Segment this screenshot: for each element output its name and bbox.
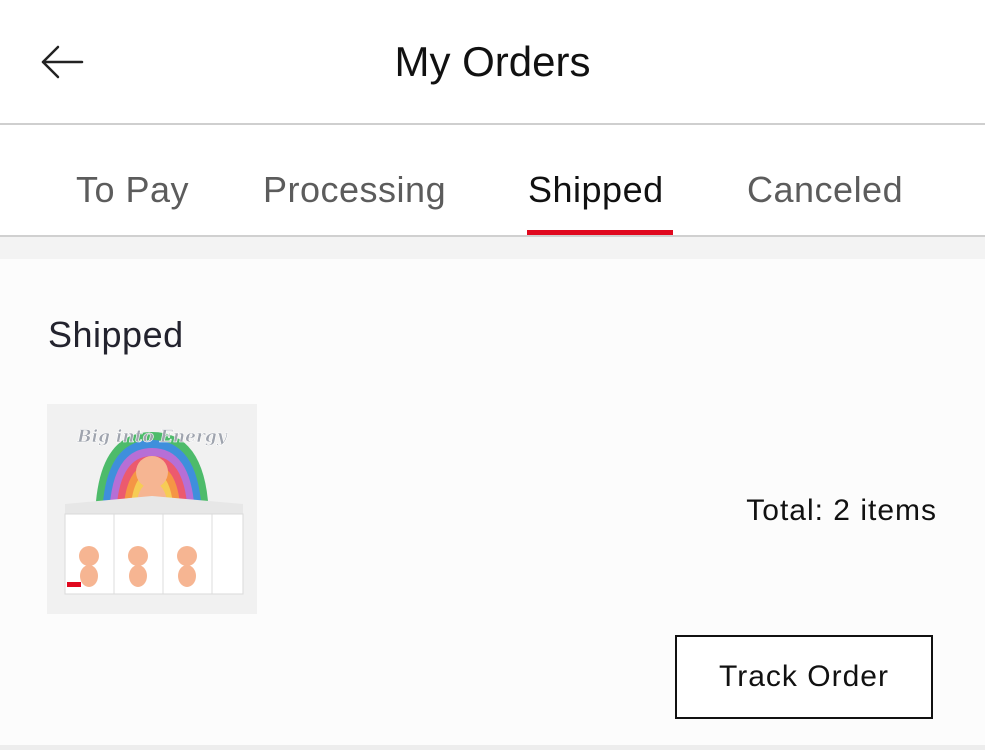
order-total: Total: 2 items [746, 494, 937, 527]
tab-processing[interactable]: Processing [263, 165, 446, 215]
tab-canceled[interactable]: Canceled [747, 165, 903, 215]
active-tab-indicator [527, 230, 673, 235]
order-card: Shipped Big into Energy Total: 2 items T… [0, 259, 985, 745]
bottom-divider [0, 745, 985, 750]
section-divider [0, 237, 985, 259]
order-status-tabs: To Pay Processing Shipped Canceled [0, 125, 985, 237]
product-thumbnail[interactable]: Big into Energy [47, 404, 257, 614]
product-image: Big into Energy [47, 404, 257, 614]
order-status-label: Shipped [48, 314, 184, 355]
header-bar: My Orders [0, 0, 985, 125]
page-title: My Orders [394, 38, 591, 85]
track-order-button[interactable]: Track Order [675, 635, 933, 719]
tab-to-pay[interactable]: To Pay [76, 165, 189, 215]
tab-shipped[interactable]: Shipped [528, 165, 664, 215]
product-image-title: Big into Energy [76, 427, 228, 447]
